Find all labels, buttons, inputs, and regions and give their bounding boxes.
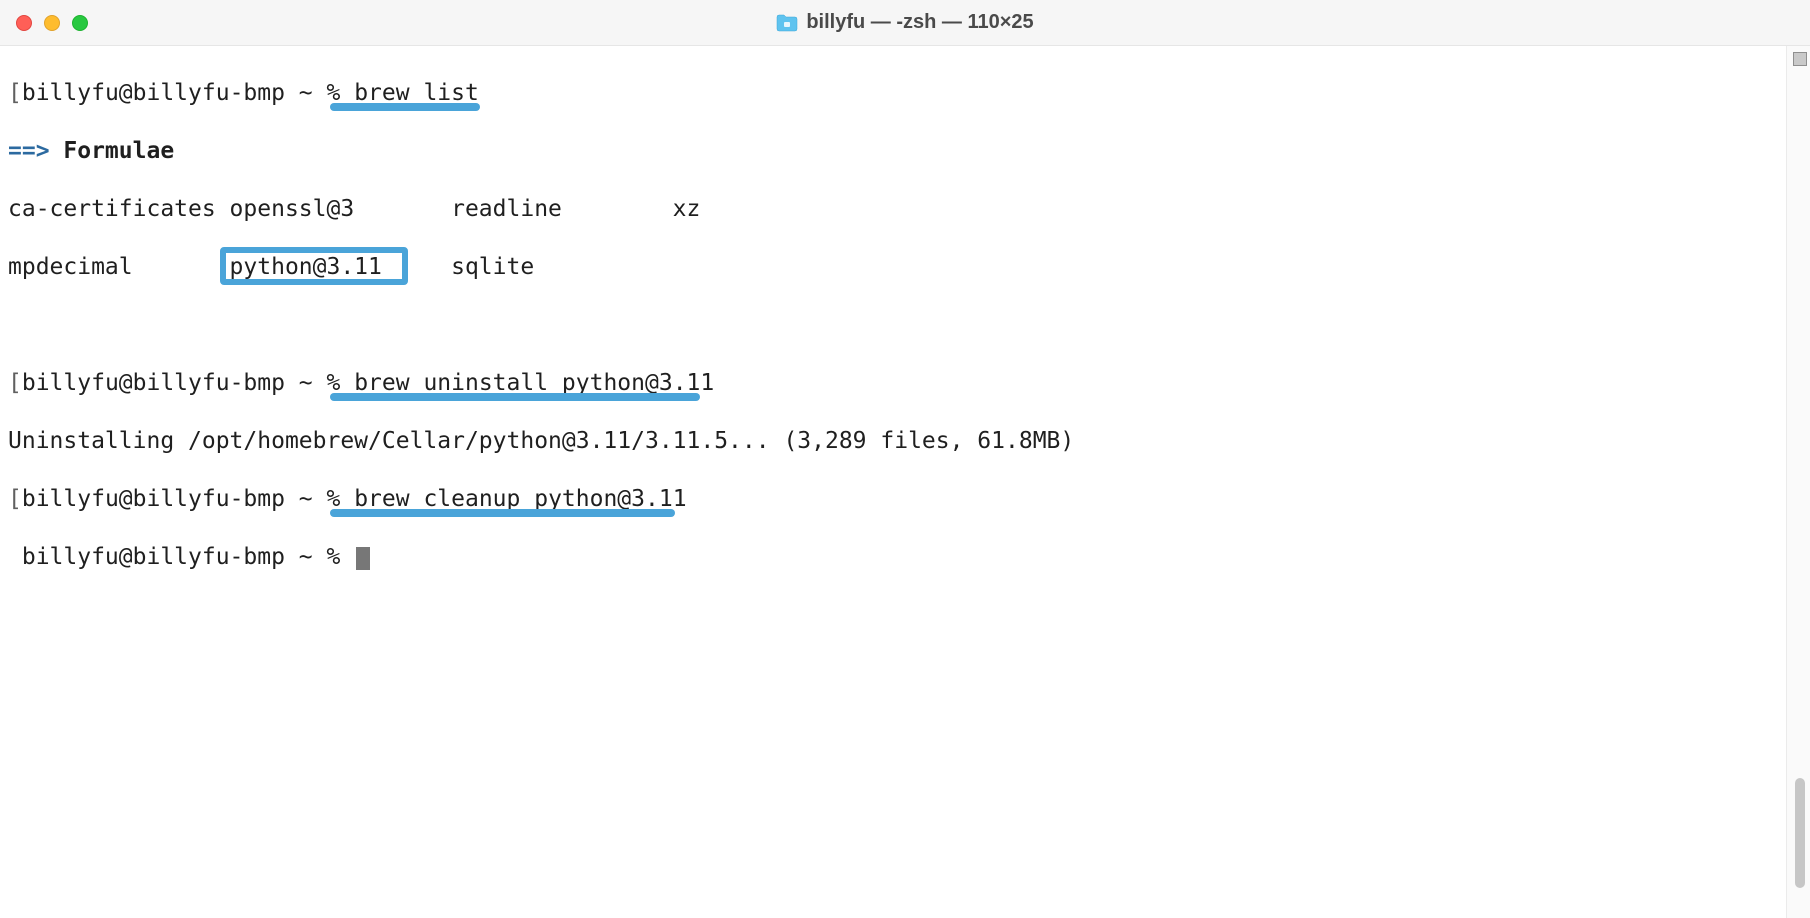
arrow-icon: ==> — [8, 138, 50, 164]
formulae-label: Formulae — [50, 138, 175, 164]
window-title: billyfu — -zsh — 110×25 — [0, 11, 1810, 34]
blank-line — [8, 311, 1778, 340]
prompt-text: billyfu@billyfu-bmp ~ % — [8, 544, 354, 570]
scrollbar-thumb[interactable] — [1795, 778, 1805, 888]
terminal-output[interactable]: [billyfu@billyfu-bmp ~ % brew list ==> F… — [0, 46, 1786, 918]
prompt-line-1: [billyfu@billyfu-bmp ~ % brew list — [8, 79, 1778, 108]
terminal-window: billyfu — -zsh — 110×25 [billyfu@billyfu… — [0, 0, 1810, 918]
formulae-header: ==> Formulae — [8, 137, 1778, 166]
highlight-underline-brew-uninstall — [330, 393, 700, 401]
open-bracket: [ — [8, 80, 22, 106]
prompt-line-4: billyfu@billyfu-bmp ~ % — [8, 543, 1778, 572]
content-wrap: [billyfu@billyfu-bmp ~ % brew list ==> F… — [0, 46, 1810, 918]
formulae-row-1-text: ca-certificates openssl@3 readline xz — [8, 196, 700, 222]
highlight-box-python311 — [220, 247, 408, 285]
prompt-text: billyfu@billyfu-bmp ~ % — [22, 486, 354, 512]
traffic-lights — [0, 15, 88, 31]
uninstall-output-text: Uninstalling /opt/homebrew/Cellar/python… — [8, 428, 1074, 454]
window-title-text: billyfu — -zsh — 110×25 — [806, 11, 1033, 34]
prompt-line-3: [billyfu@billyfu-bmp ~ % brew cleanup py… — [8, 485, 1778, 514]
folder-icon — [776, 14, 798, 32]
open-bracket: [ — [8, 486, 22, 512]
window-close-button[interactable] — [16, 15, 32, 31]
prompt-text: billyfu@billyfu-bmp ~ % — [22, 370, 354, 396]
prompt-text: billyfu@billyfu-bmp ~ % — [22, 80, 354, 106]
scrollbar-top-marker — [1793, 52, 1807, 66]
titlebar: billyfu — -zsh — 110×25 — [0, 0, 1810, 46]
prompt-line-2: [billyfu@billyfu-bmp ~ % brew uninstall … — [8, 369, 1778, 398]
uninstall-output: Uninstalling /opt/homebrew/Cellar/python… — [8, 427, 1778, 456]
formulae-row-1: ca-certificates openssl@3 readline xz — [8, 195, 1778, 224]
open-bracket: [ — [8, 370, 22, 396]
cursor-block — [356, 547, 370, 570]
formulae-row-2: mpdecimal python@3.11 sqlite — [8, 253, 1778, 282]
window-zoom-button[interactable] — [72, 15, 88, 31]
highlight-underline-brew-cleanup — [330, 509, 675, 517]
scrollbar[interactable] — [1786, 46, 1810, 918]
window-minimize-button[interactable] — [44, 15, 60, 31]
highlight-underline-brew-list — [330, 103, 480, 111]
